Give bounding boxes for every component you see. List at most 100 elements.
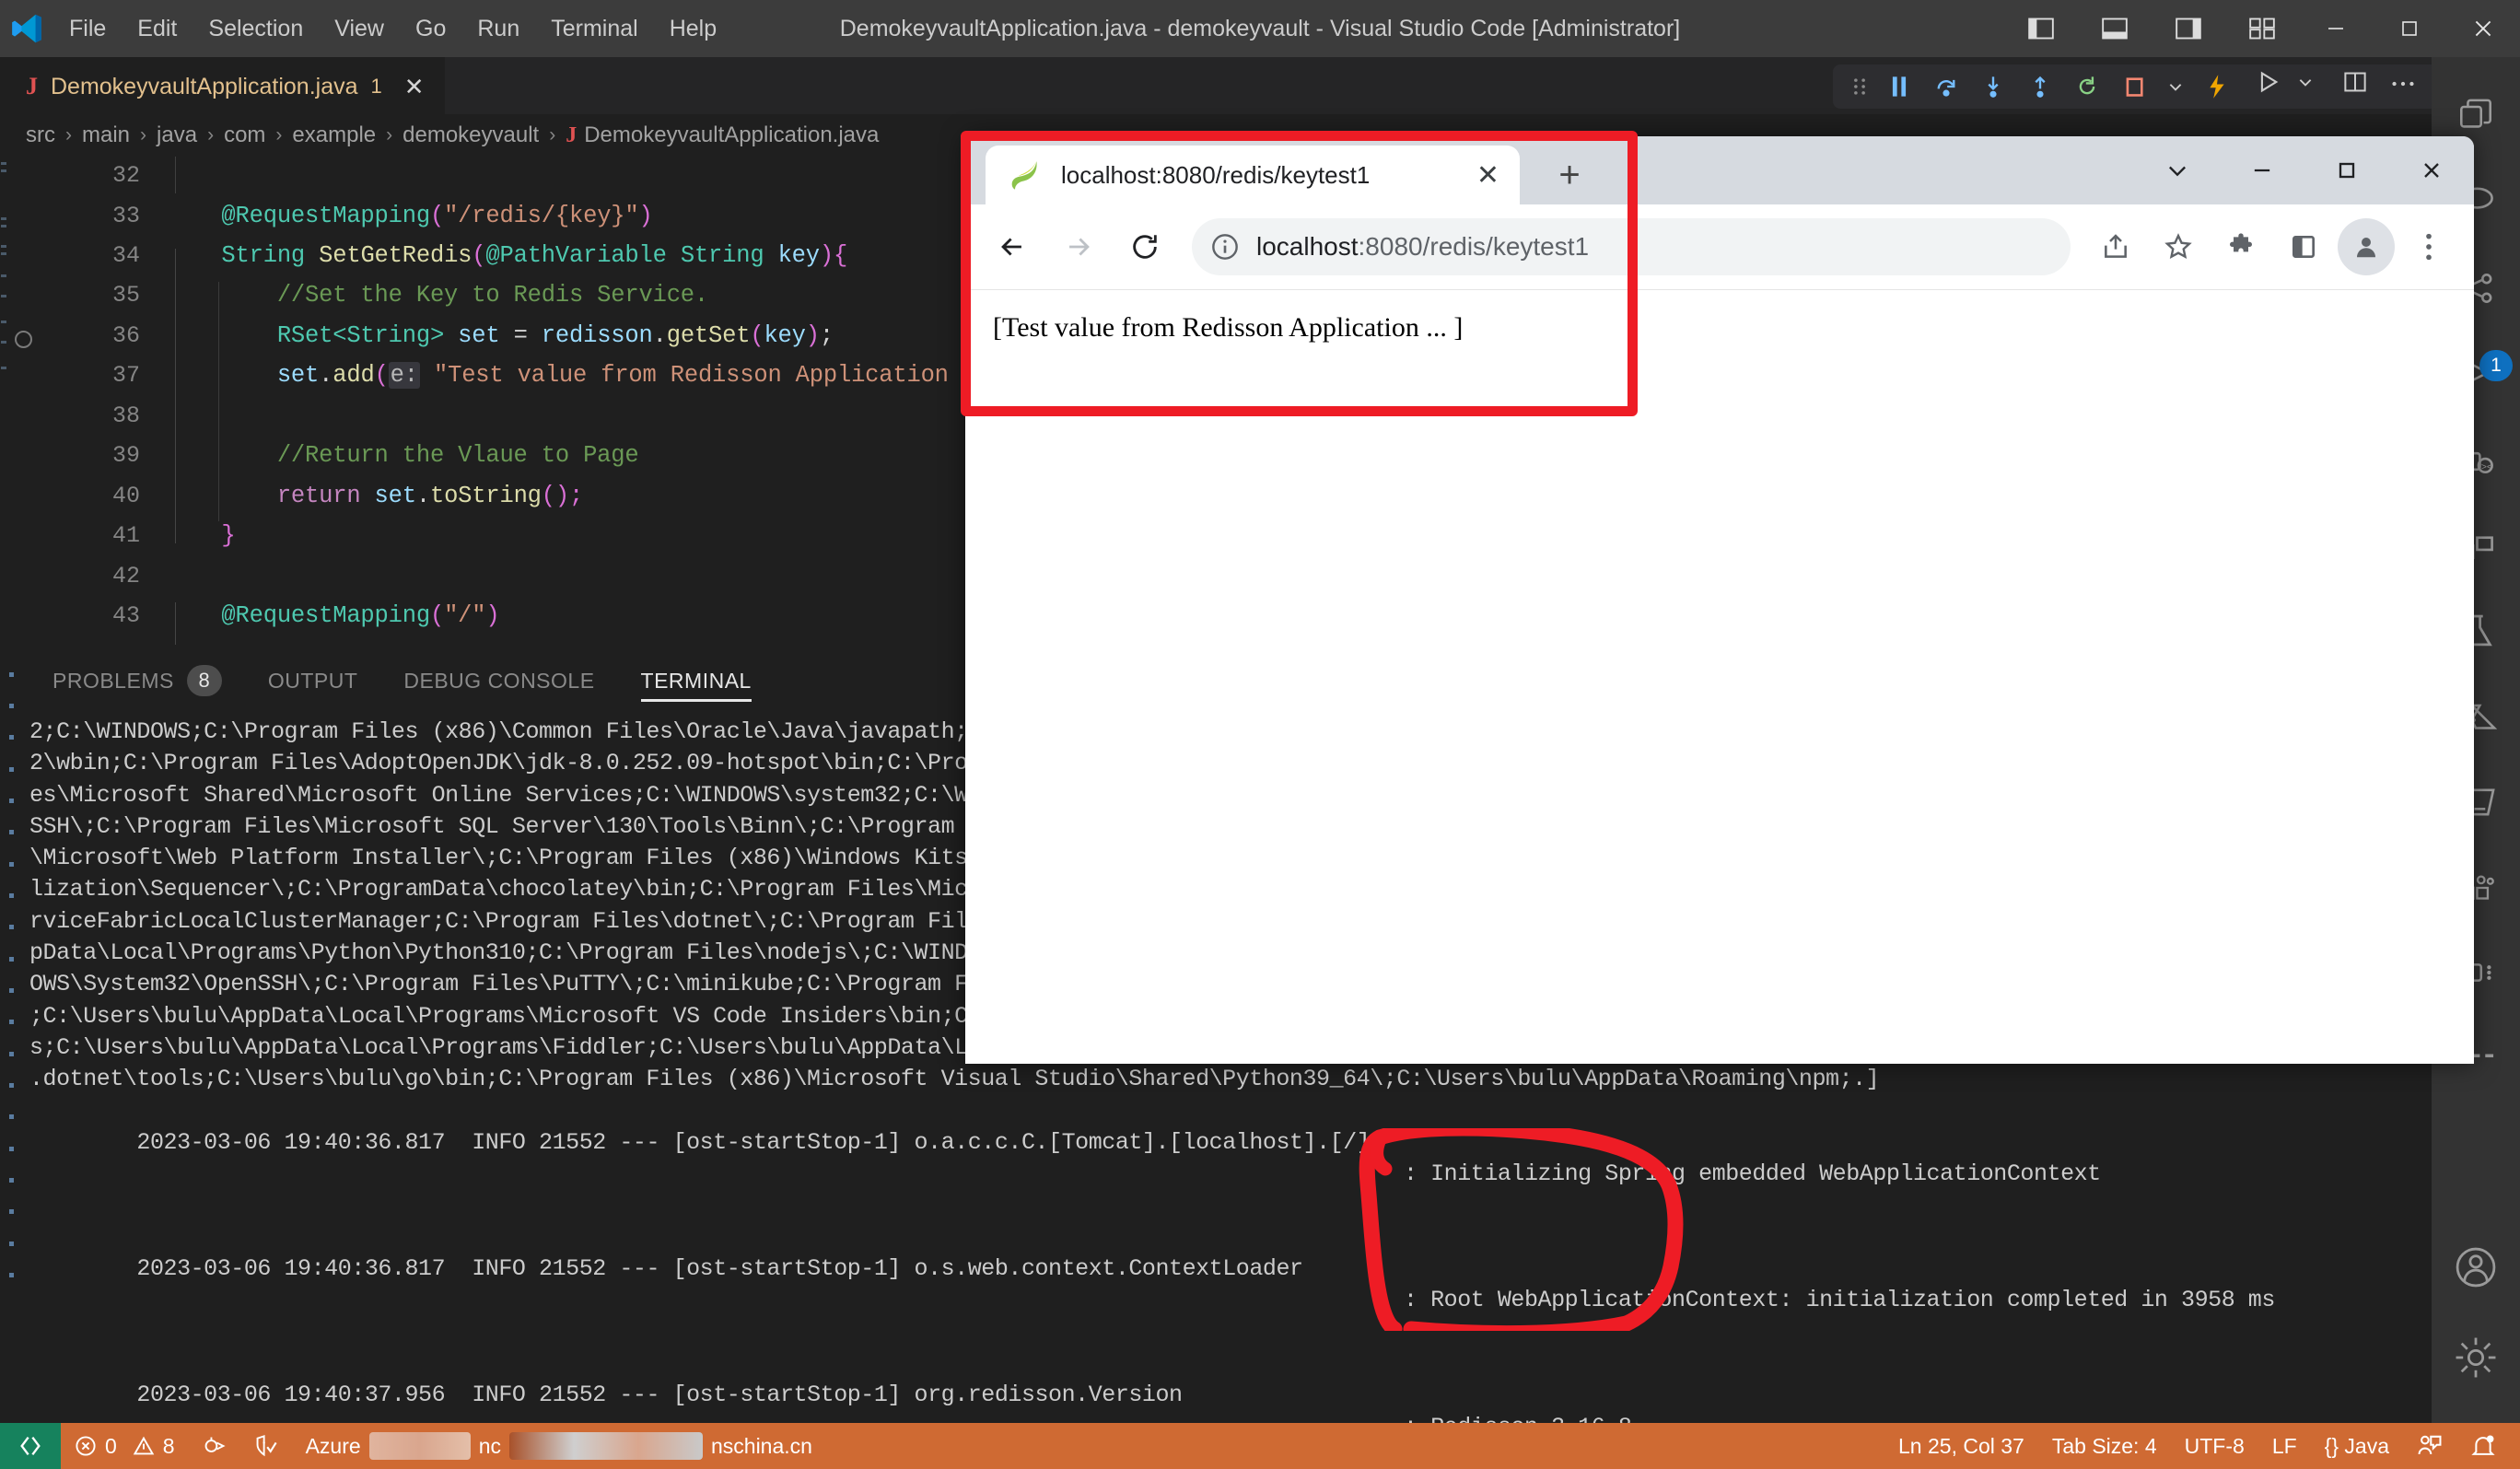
warning-triangle-icon xyxy=(133,1435,155,1457)
step-over-icon[interactable] xyxy=(1925,75,1967,99)
close-icon[interactable]: ✕ xyxy=(404,73,425,101)
status-azure-account[interactable]: Azure nc nschina.cn xyxy=(292,1423,826,1469)
lightning-icon[interactable] xyxy=(2196,74,2238,99)
java-file-icon: J xyxy=(26,73,38,99)
layout-right-icon[interactable] xyxy=(2152,0,2225,57)
pause-icon[interactable] xyxy=(1878,75,1920,99)
chrome-browser-window[interactable]: localhost:8080/redis/keytest1 ✕ + localh… xyxy=(965,136,2474,1064)
menu-item-run[interactable]: Run xyxy=(461,12,535,46)
split-editor-icon[interactable] xyxy=(2343,70,2367,99)
shield-check-icon xyxy=(254,1434,278,1458)
status-cursor-position[interactable]: Ln 25, Col 37 xyxy=(1884,1423,2038,1469)
browser-tab[interactable]: localhost:8080/redis/keytest1 ✕ xyxy=(986,146,1520,204)
status-encoding[interactable]: UTF-8 xyxy=(2171,1423,2258,1469)
step-out-icon[interactable] xyxy=(2019,75,2061,99)
breadcrumb-item-main[interactable]: main xyxy=(82,122,130,148)
bookmark-star-icon[interactable] xyxy=(2150,218,2207,275)
breadcrumb-item-java[interactable]: java xyxy=(157,122,197,148)
chevron-right-icon: › xyxy=(386,124,393,146)
settings-gear-icon[interactable] xyxy=(2432,1317,2520,1398)
editor-actions xyxy=(2257,70,2415,99)
breadcrumb-item-src[interactable]: src xyxy=(26,122,55,148)
panel-tab-output[interactable]: OUTPUT xyxy=(245,645,381,717)
panel-tab-terminal[interactable]: TERMINAL xyxy=(618,645,775,717)
code-line-39: //Return the Vlaue to Page xyxy=(166,442,639,469)
terminal-log-line: 2023-03-06 19:40:37.956 INFO 21552 --- [… xyxy=(136,1382,1631,1423)
more-actions-icon[interactable] xyxy=(2391,76,2415,93)
vscode-titlebar: File Edit Selection View Go Run Terminal… xyxy=(0,0,2520,57)
status-debug-bug[interactable] xyxy=(189,1423,240,1469)
panel-tab-label: DEBUG CONSOLE xyxy=(403,668,595,693)
chrome-menu-icon[interactable] xyxy=(2400,218,2457,275)
status-eol[interactable]: LF xyxy=(2258,1423,2311,1469)
share-icon[interactable] xyxy=(2087,218,2144,275)
code-line-37: set.add(e: "Test value from Redisson App… xyxy=(166,362,991,389)
back-icon[interactable] xyxy=(982,216,1043,277)
redacted-region xyxy=(368,1432,471,1460)
code-line-34: String SetGetRedis(@PathVariable String … xyxy=(166,242,848,269)
restart-icon[interactable] xyxy=(2066,75,2108,99)
window-controls xyxy=(2004,0,2520,57)
menu-item-edit[interactable]: Edit xyxy=(122,12,192,46)
panel-tab-label: OUTPUT xyxy=(267,668,358,693)
breadcrumb-item-file[interactable]: DemokeyvaultApplication.java xyxy=(584,122,879,148)
breadcrumb-item-example[interactable]: example xyxy=(292,122,376,148)
line-number: 42 xyxy=(111,563,140,589)
menu-item-view[interactable]: View xyxy=(319,12,400,46)
step-into-icon[interactable] xyxy=(1972,75,2014,99)
address-bar[interactable]: localhost:8080/redis/keytest1 xyxy=(1192,218,2071,275)
panel-tab-debug-console[interactable]: DEBUG CONSOLE xyxy=(380,645,617,717)
new-tab-button[interactable]: + xyxy=(1546,151,1593,199)
minimize-button[interactable] xyxy=(2299,0,2373,57)
line-number: 40 xyxy=(111,483,140,509)
maximize-button[interactable] xyxy=(2373,0,2446,57)
spring-leaf-icon xyxy=(1006,157,1043,193)
bell-icon[interactable] xyxy=(2456,1423,2520,1469)
remote-window-icon[interactable] xyxy=(0,1423,61,1469)
menu-item-terminal[interactable]: Terminal xyxy=(535,12,653,46)
editor-tab-bar: J DemokeyvaultApplication.java 1 ✕ xyxy=(0,57,2520,114)
browser-tab-strip: localhost:8080/redis/keytest1 ✕ + xyxy=(965,136,2474,204)
terminal-log-line: 2023-03-06 19:40:36.817 INFO 21552 --- [… xyxy=(136,1128,2101,1188)
status-problems[interactable]: 0 8 xyxy=(61,1423,189,1469)
account-icon[interactable] xyxy=(2432,1227,2520,1308)
drag-handle-icon[interactable] xyxy=(1846,76,1873,97)
extensions-puzzle-icon[interactable] xyxy=(2212,218,2269,275)
stop-icon[interactable] xyxy=(2113,75,2155,99)
menu-item-help[interactable]: Help xyxy=(654,12,732,46)
profile-avatar-icon[interactable] xyxy=(2338,218,2395,275)
forward-icon[interactable] xyxy=(1048,216,1109,277)
chevron-down-icon[interactable] xyxy=(2297,74,2314,95)
side-panel-icon[interactable] xyxy=(2275,218,2332,275)
reload-icon[interactable] xyxy=(1114,216,1175,277)
status-tab-size[interactable]: Tab Size: 4 xyxy=(2038,1423,2171,1469)
feedback-icon[interactable] xyxy=(2403,1423,2456,1469)
error-circle-icon xyxy=(75,1435,97,1457)
editor-tab-demokeyvaultapplication[interactable]: J DemokeyvaultApplication.java 1 ✕ xyxy=(0,57,445,114)
minimize-button[interactable] xyxy=(2220,136,2304,204)
status-bar-right: Ln 25, Col 37 Tab Size: 4 UTF-8 LF {} Ja… xyxy=(1884,1423,2520,1469)
menu-item-go[interactable]: Go xyxy=(400,12,461,46)
breadcrumb-item-com[interactable]: com xyxy=(224,122,265,148)
menu-item-file[interactable]: File xyxy=(53,12,122,46)
chevron-down-icon[interactable] xyxy=(2160,78,2191,95)
line-number: 41 xyxy=(111,522,140,549)
layout-panel-icon[interactable] xyxy=(2004,0,2078,57)
chevron-right-icon: › xyxy=(275,124,283,146)
menu-bar: File Edit Selection View Go Run Terminal… xyxy=(53,12,732,46)
run-icon[interactable] xyxy=(2257,70,2281,99)
layout-bottom-icon[interactable] xyxy=(2078,0,2152,57)
close-button[interactable] xyxy=(2389,136,2474,204)
status-language-mode[interactable]: {} Java xyxy=(2311,1423,2403,1469)
panel-tab-problems[interactable]: PROBLEMS 8 xyxy=(29,645,245,717)
close-icon[interactable]: ✕ xyxy=(1476,159,1499,192)
site-info-icon[interactable] xyxy=(1210,232,1240,262)
breakpoint-icon[interactable] xyxy=(15,331,32,348)
maximize-button[interactable] xyxy=(2304,136,2389,204)
breadcrumb-item-demokeyvault[interactable]: demokeyvault xyxy=(402,122,539,148)
close-button[interactable] xyxy=(2446,0,2520,57)
chevron-down-icon[interactable] xyxy=(2135,136,2220,204)
customize-layout-icon[interactable] xyxy=(2225,0,2299,57)
menu-item-selection[interactable]: Selection xyxy=(192,12,319,46)
status-shield-check[interactable] xyxy=(240,1423,292,1469)
